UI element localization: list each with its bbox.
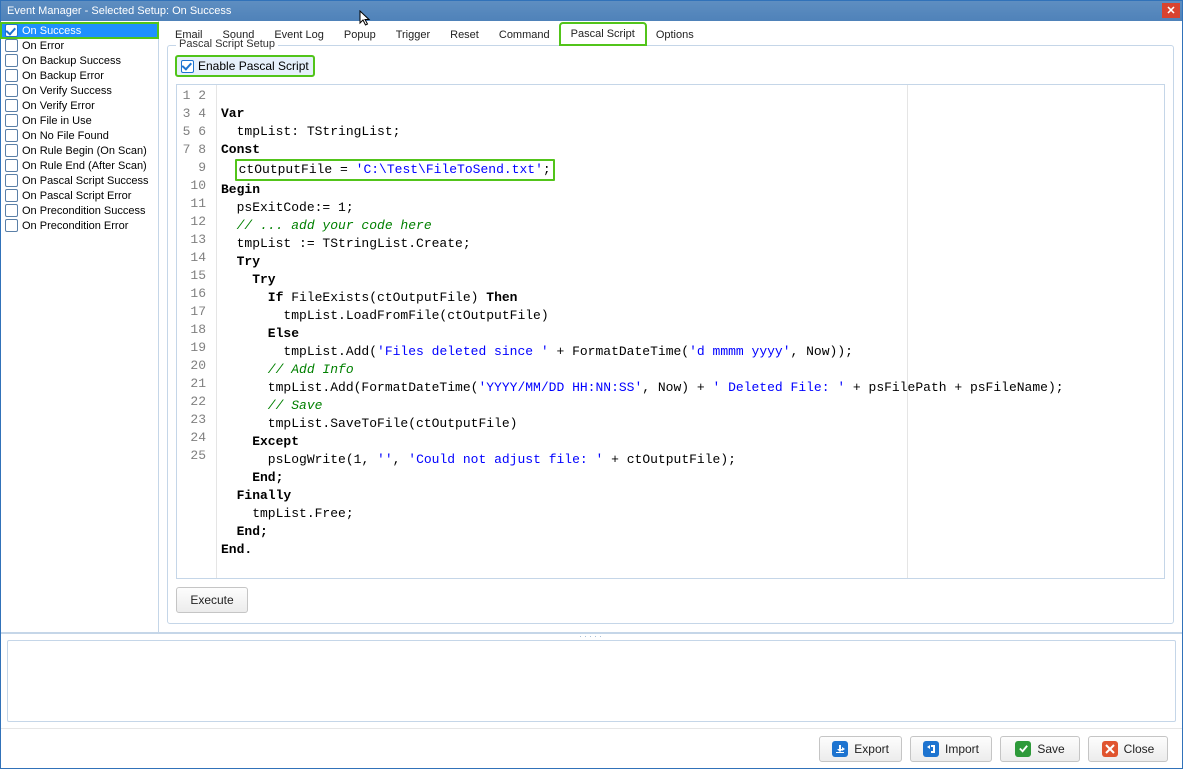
sidebar-item-on-verify-success[interactable]: On Verify Success — [1, 83, 158, 98]
checkbox-icon[interactable] — [5, 39, 18, 52]
checkbox-icon[interactable] — [5, 84, 18, 97]
export-button[interactable]: Export — [819, 736, 902, 762]
sidebar-item-on-precondition-success[interactable]: On Precondition Success — [1, 203, 158, 218]
sidebar-item-on-backup-success[interactable]: On Backup Success — [1, 53, 158, 68]
event-list-sidebar: On Success On Error On Backup Success On Ba… — [1, 21, 159, 632]
checkbox-icon[interactable] — [5, 174, 18, 187]
save-button[interactable]: Save — [1000, 736, 1080, 762]
output-pane-inner[interactable] — [7, 640, 1176, 722]
sidebar-item-label: On File in Use — [22, 115, 92, 127]
sidebar-item-label: On Verify Success — [22, 85, 112, 97]
checkbox-icon[interactable] — [5, 69, 18, 82]
output-pane: ····· — [1, 632, 1182, 728]
window-title: Event Manager - Selected Setup: On Succe… — [7, 5, 231, 17]
tab-command[interactable]: Command — [489, 25, 560, 45]
sidebar-item-label: On Verify Error — [22, 100, 95, 112]
enable-pascal-script-label: Enable Pascal Script — [198, 59, 309, 73]
sidebar-item-on-backup-error[interactable]: On Backup Error — [1, 68, 158, 83]
sidebar-item-label: On Rule End (After Scan) — [22, 160, 147, 172]
sidebar-item-label: On Pascal Script Success — [22, 175, 149, 187]
tab-trigger[interactable]: Trigger — [386, 25, 440, 45]
tab-reset[interactable]: Reset — [440, 25, 489, 45]
save-icon — [1015, 741, 1031, 757]
checkbox-icon[interactable] — [5, 204, 18, 217]
editor-ruler — [907, 85, 908, 578]
sidebar-item-on-file-in-use[interactable]: On File in Use — [1, 113, 158, 128]
enable-pascal-script-row[interactable]: Enable Pascal Script — [176, 56, 314, 76]
sidebar-item-on-pascal-script-success[interactable]: On Pascal Script Success — [1, 173, 158, 188]
sidebar-item-label: On Backup Success — [22, 55, 121, 67]
sidebar-item-label: On Rule Begin (On Scan) — [22, 145, 147, 157]
checkbox-icon[interactable] — [5, 219, 18, 232]
import-icon — [923, 741, 939, 757]
sidebar-item-on-precondition-error[interactable]: On Precondition Error — [1, 218, 158, 233]
import-button[interactable]: Import — [910, 736, 992, 762]
checkbox-icon[interactable] — [5, 24, 18, 37]
checkbox-icon[interactable] — [5, 99, 18, 112]
code-editor-text[interactable]: Var tmpList: TStringList; Const ctOutput… — [217, 85, 1164, 578]
sidebar-item-on-no-file-found[interactable]: On No File Found — [1, 128, 158, 143]
pascal-script-panel: Pascal Script Setup Enable Pascal Script… — [167, 45, 1174, 624]
sidebar-item-on-verify-error[interactable]: On Verify Error — [1, 98, 158, 113]
splitter-grip[interactable]: ····· — [572, 631, 612, 635]
sidebar-item-on-error[interactable]: On Error — [1, 38, 158, 53]
checkbox-icon[interactable] — [5, 54, 18, 67]
sidebar-item-label: On Precondition Success — [22, 205, 146, 217]
enable-pascal-script-checkbox[interactable] — [181, 60, 194, 73]
tab-popup[interactable]: Popup — [334, 25, 386, 45]
checkbox-icon[interactable] — [5, 144, 18, 157]
tab-bar: EmailSoundEvent LogPopupTriggerResetComm… — [159, 21, 1182, 45]
footer-toolbar: Export Import Save Close — [1, 728, 1182, 768]
titlebar: Event Manager - Selected Setup: On Succe… — [1, 1, 1182, 21]
sidebar-item-on-success[interactable]: On Success — [1, 23, 158, 38]
export-icon — [832, 741, 848, 757]
close-button[interactable]: Close — [1088, 736, 1168, 762]
sidebar-item-on-pascal-script-error[interactable]: On Pascal Script Error — [1, 188, 158, 203]
sidebar-item-label: On Pascal Script Error — [22, 190, 131, 202]
checkbox-icon[interactable] — [5, 159, 18, 172]
highlighted-code-line: ctOutputFile = 'C:\Test\FileToSend.txt'; — [235, 159, 555, 181]
panel-title: Pascal Script Setup — [176, 38, 278, 50]
sidebar-item-on-rule-begin-on-scan-[interactable]: On Rule Begin (On Scan) — [1, 143, 158, 158]
execute-button[interactable]: Execute — [176, 587, 248, 613]
sidebar-item-on-rule-end-after-scan-[interactable]: On Rule End (After Scan) — [1, 158, 158, 173]
sidebar-item-label: On Backup Error — [22, 70, 104, 82]
sidebar-item-label: On Success — [22, 25, 81, 37]
checkbox-icon[interactable] — [5, 189, 18, 202]
sidebar-item-label: On Error — [22, 40, 64, 52]
code-editor[interactable]: 1 2 3 4 5 6 7 8 9 10 11 12 13 14 15 16 1… — [176, 84, 1165, 579]
tab-options[interactable]: Options — [646, 25, 704, 45]
close-icon[interactable]: ✕ — [1162, 3, 1180, 18]
tab-pascal-script[interactable]: Pascal Script — [560, 23, 646, 45]
checkbox-icon[interactable] — [5, 114, 18, 127]
close-icon — [1102, 741, 1118, 757]
line-number-gutter: 1 2 3 4 5 6 7 8 9 10 11 12 13 14 15 16 1… — [177, 85, 217, 578]
checkbox-icon[interactable] — [5, 129, 18, 142]
sidebar-item-label: On Precondition Error — [22, 220, 128, 232]
sidebar-item-label: On No File Found — [22, 130, 109, 142]
